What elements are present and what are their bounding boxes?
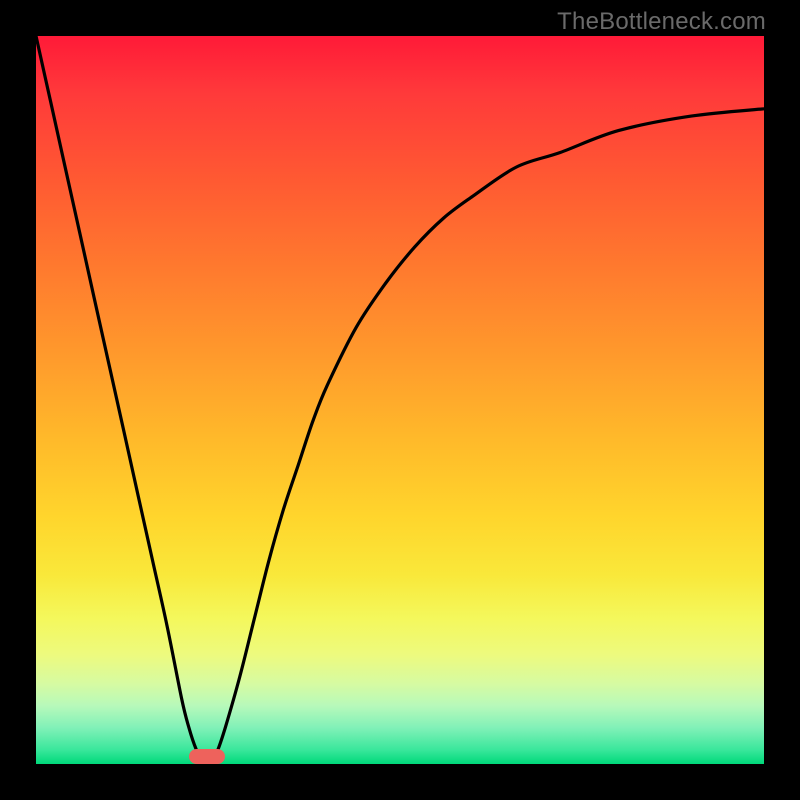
chart-root: TheBottleneck.com	[0, 0, 800, 800]
plot-area	[36, 36, 764, 764]
optimal-marker	[189, 749, 225, 764]
watermark-text: TheBottleneck.com	[557, 8, 766, 36]
bottleneck-curve	[36, 36, 764, 764]
